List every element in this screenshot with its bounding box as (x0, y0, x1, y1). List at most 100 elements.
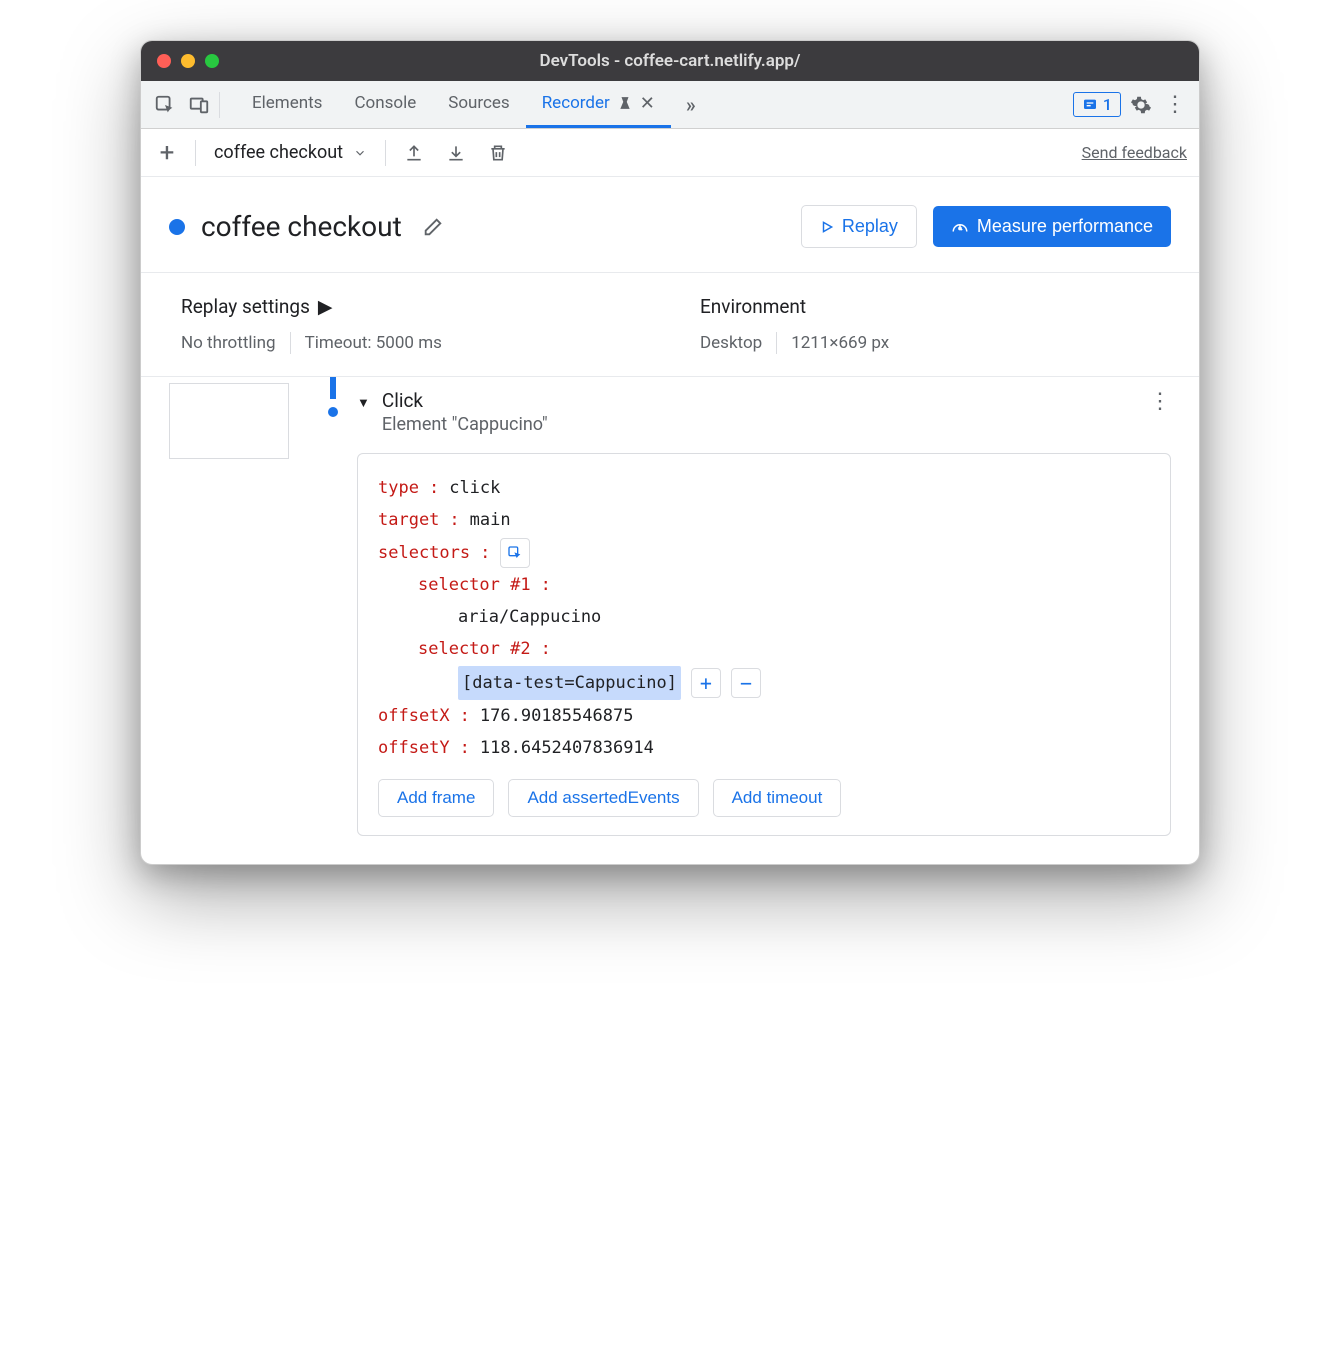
divider (385, 140, 386, 166)
value-sel2[interactable]: [data-test=Cappucino] (458, 666, 681, 700)
add-selector-button[interactable]: + (691, 668, 721, 698)
prop-selectors[interactable]: selectors: (378, 537, 1150, 569)
panel-tabs: Elements Console Sources Recorder ✕ (236, 81, 671, 128)
device-toolbar-icon[interactable] (185, 91, 213, 119)
export-icon[interactable] (400, 139, 428, 167)
new-recording-icon[interactable]: + (153, 139, 181, 167)
tab-sources[interactable]: Sources (432, 81, 525, 128)
prop-target[interactable]: target: main (378, 504, 1150, 536)
value-target: main (470, 504, 511, 536)
env-dimensions: 1211×669 px (791, 333, 889, 353)
replay-settings-meta: No throttling Timeout: 5000 ms (181, 332, 640, 354)
more-tabs-icon[interactable]: » (677, 91, 705, 119)
environment-header: Environment (700, 295, 1159, 318)
tab-recorder[interactable]: Recorder ✕ (526, 81, 671, 128)
close-tab-icon[interactable]: ✕ (640, 93, 655, 114)
recording-dropdown-label: coffee checkout (214, 142, 343, 163)
settings-row: Replay settings ▶ No throttling Timeout:… (141, 273, 1199, 377)
titlebar: DevTools - coffee-cart.netlify.app/ (141, 41, 1199, 81)
add-prop-buttons: Add frame Add assertedEvents Add timeout (378, 779, 1150, 817)
key-sel2: selector #2 (418, 633, 531, 665)
value-type: click (449, 472, 500, 504)
replay-settings-header[interactable]: Replay settings ▶ (181, 295, 640, 318)
thumbnail-column (169, 377, 309, 836)
close-window-button[interactable] (157, 54, 171, 68)
add-timeout-button[interactable]: Add timeout (713, 779, 842, 817)
separator (290, 332, 291, 354)
selector-2-value-row[interactable]: [data-test=Cappucino] + − (378, 666, 1150, 700)
timeline-column (309, 377, 357, 836)
timeout-value: Timeout: 5000 ms (305, 333, 442, 353)
replay-settings-label: Replay settings (181, 295, 310, 318)
replay-button-label: Replay (842, 216, 898, 237)
step-thumbnail[interactable] (169, 383, 289, 459)
key-sel1: selector #1 (418, 569, 531, 601)
key-offsety: offsetY (378, 732, 450, 764)
traffic-lights (157, 54, 219, 68)
divider (195, 140, 196, 166)
step-content: ▼ Click Element "Cappucino" ⋮ type: clic… (357, 377, 1171, 836)
environment-meta: Desktop 1211×669 px (700, 332, 1159, 354)
issues-count: 1 (1103, 95, 1112, 114)
key-selectors: selectors (378, 537, 470, 569)
prop-type[interactable]: type: click (378, 472, 1150, 504)
replay-settings-col: Replay settings ▶ No throttling Timeout:… (181, 295, 640, 354)
maximize-window-button[interactable] (205, 54, 219, 68)
prop-selector-1[interactable]: selector #1: (378, 569, 1150, 601)
value-sel1: aria/Cappucino (458, 601, 601, 633)
minimize-window-button[interactable] (181, 54, 195, 68)
selector-1-value-row[interactable]: aria/Cappucino (378, 601, 1150, 633)
step-details: type: click target: main selectors: sele… (357, 453, 1171, 836)
recording-title-row: coffee checkout Replay Measure performan… (141, 177, 1199, 273)
remove-selector-button[interactable]: − (731, 668, 761, 698)
devtools-window: DevTools - coffee-cart.netlify.app/ Elem… (140, 40, 1200, 865)
chevron-down-icon (353, 146, 367, 160)
key-target: target (378, 504, 439, 536)
pin-icon (618, 96, 632, 110)
step-header[interactable]: ▼ Click Element "Cappucino" ⋮ (357, 389, 1171, 435)
separator (776, 332, 777, 354)
step-action: Click (382, 389, 548, 412)
tab-elements[interactable]: Elements (236, 81, 338, 128)
add-asserted-events-button[interactable]: Add assertedEvents (508, 779, 698, 817)
disclosure-triangle-icon[interactable]: ▼ (357, 395, 370, 411)
recording-dropdown[interactable]: coffee checkout (210, 142, 371, 163)
issues-badge[interactable]: 1 (1073, 92, 1121, 117)
element-picker-icon[interactable] (500, 538, 530, 568)
kebab-menu-icon[interactable]: ⋮ (1161, 91, 1189, 119)
tab-console-label: Console (354, 93, 416, 113)
timeline-dot (328, 407, 338, 417)
prop-offsetx[interactable]: offsetX: 176.90185546875 (378, 700, 1150, 732)
tab-sources-label: Sources (448, 93, 509, 113)
send-feedback-link[interactable]: Send feedback (1082, 143, 1187, 162)
tab-console[interactable]: Console (338, 81, 432, 128)
devtools-tabbar: Elements Console Sources Recorder ✕ » 1 … (141, 81, 1199, 129)
tab-elements-label: Elements (252, 93, 322, 113)
edit-title-icon[interactable] (422, 216, 444, 238)
add-frame-button[interactable]: Add frame (378, 779, 494, 817)
key-offsetx: offsetX (378, 700, 450, 732)
divider (219, 92, 220, 118)
steps-area: ▼ Click Element "Cappucino" ⋮ type: clic… (141, 377, 1199, 864)
replay-button[interactable]: Replay (801, 205, 917, 248)
chevron-right-icon: ▶ (318, 295, 333, 318)
prop-offsety[interactable]: offsetY: 118.6452407836914 (378, 732, 1150, 764)
value-offsetx: 176.90185546875 (480, 700, 634, 732)
step-menu-icon[interactable]: ⋮ (1149, 389, 1171, 414)
step-subtitle: Element "Cappucino" (382, 414, 548, 435)
delete-icon[interactable] (484, 139, 512, 167)
measure-performance-button[interactable]: Measure performance (933, 206, 1171, 247)
timeline-bar (330, 377, 336, 399)
environment-col: Environment Desktop 1211×669 px (700, 295, 1159, 354)
env-device: Desktop (700, 333, 762, 353)
settings-icon[interactable] (1127, 91, 1155, 119)
import-icon[interactable] (442, 139, 470, 167)
prop-selector-2[interactable]: selector #2: (378, 633, 1150, 665)
measure-button-label: Measure performance (977, 216, 1153, 237)
throttling-value: No throttling (181, 333, 276, 353)
recording-title: coffee checkout (201, 210, 402, 243)
key-type: type (378, 472, 419, 504)
window-title: DevTools - coffee-cart.netlify.app/ (540, 51, 801, 71)
value-offsety: 118.6452407836914 (480, 732, 654, 764)
inspect-element-icon[interactable] (151, 91, 179, 119)
